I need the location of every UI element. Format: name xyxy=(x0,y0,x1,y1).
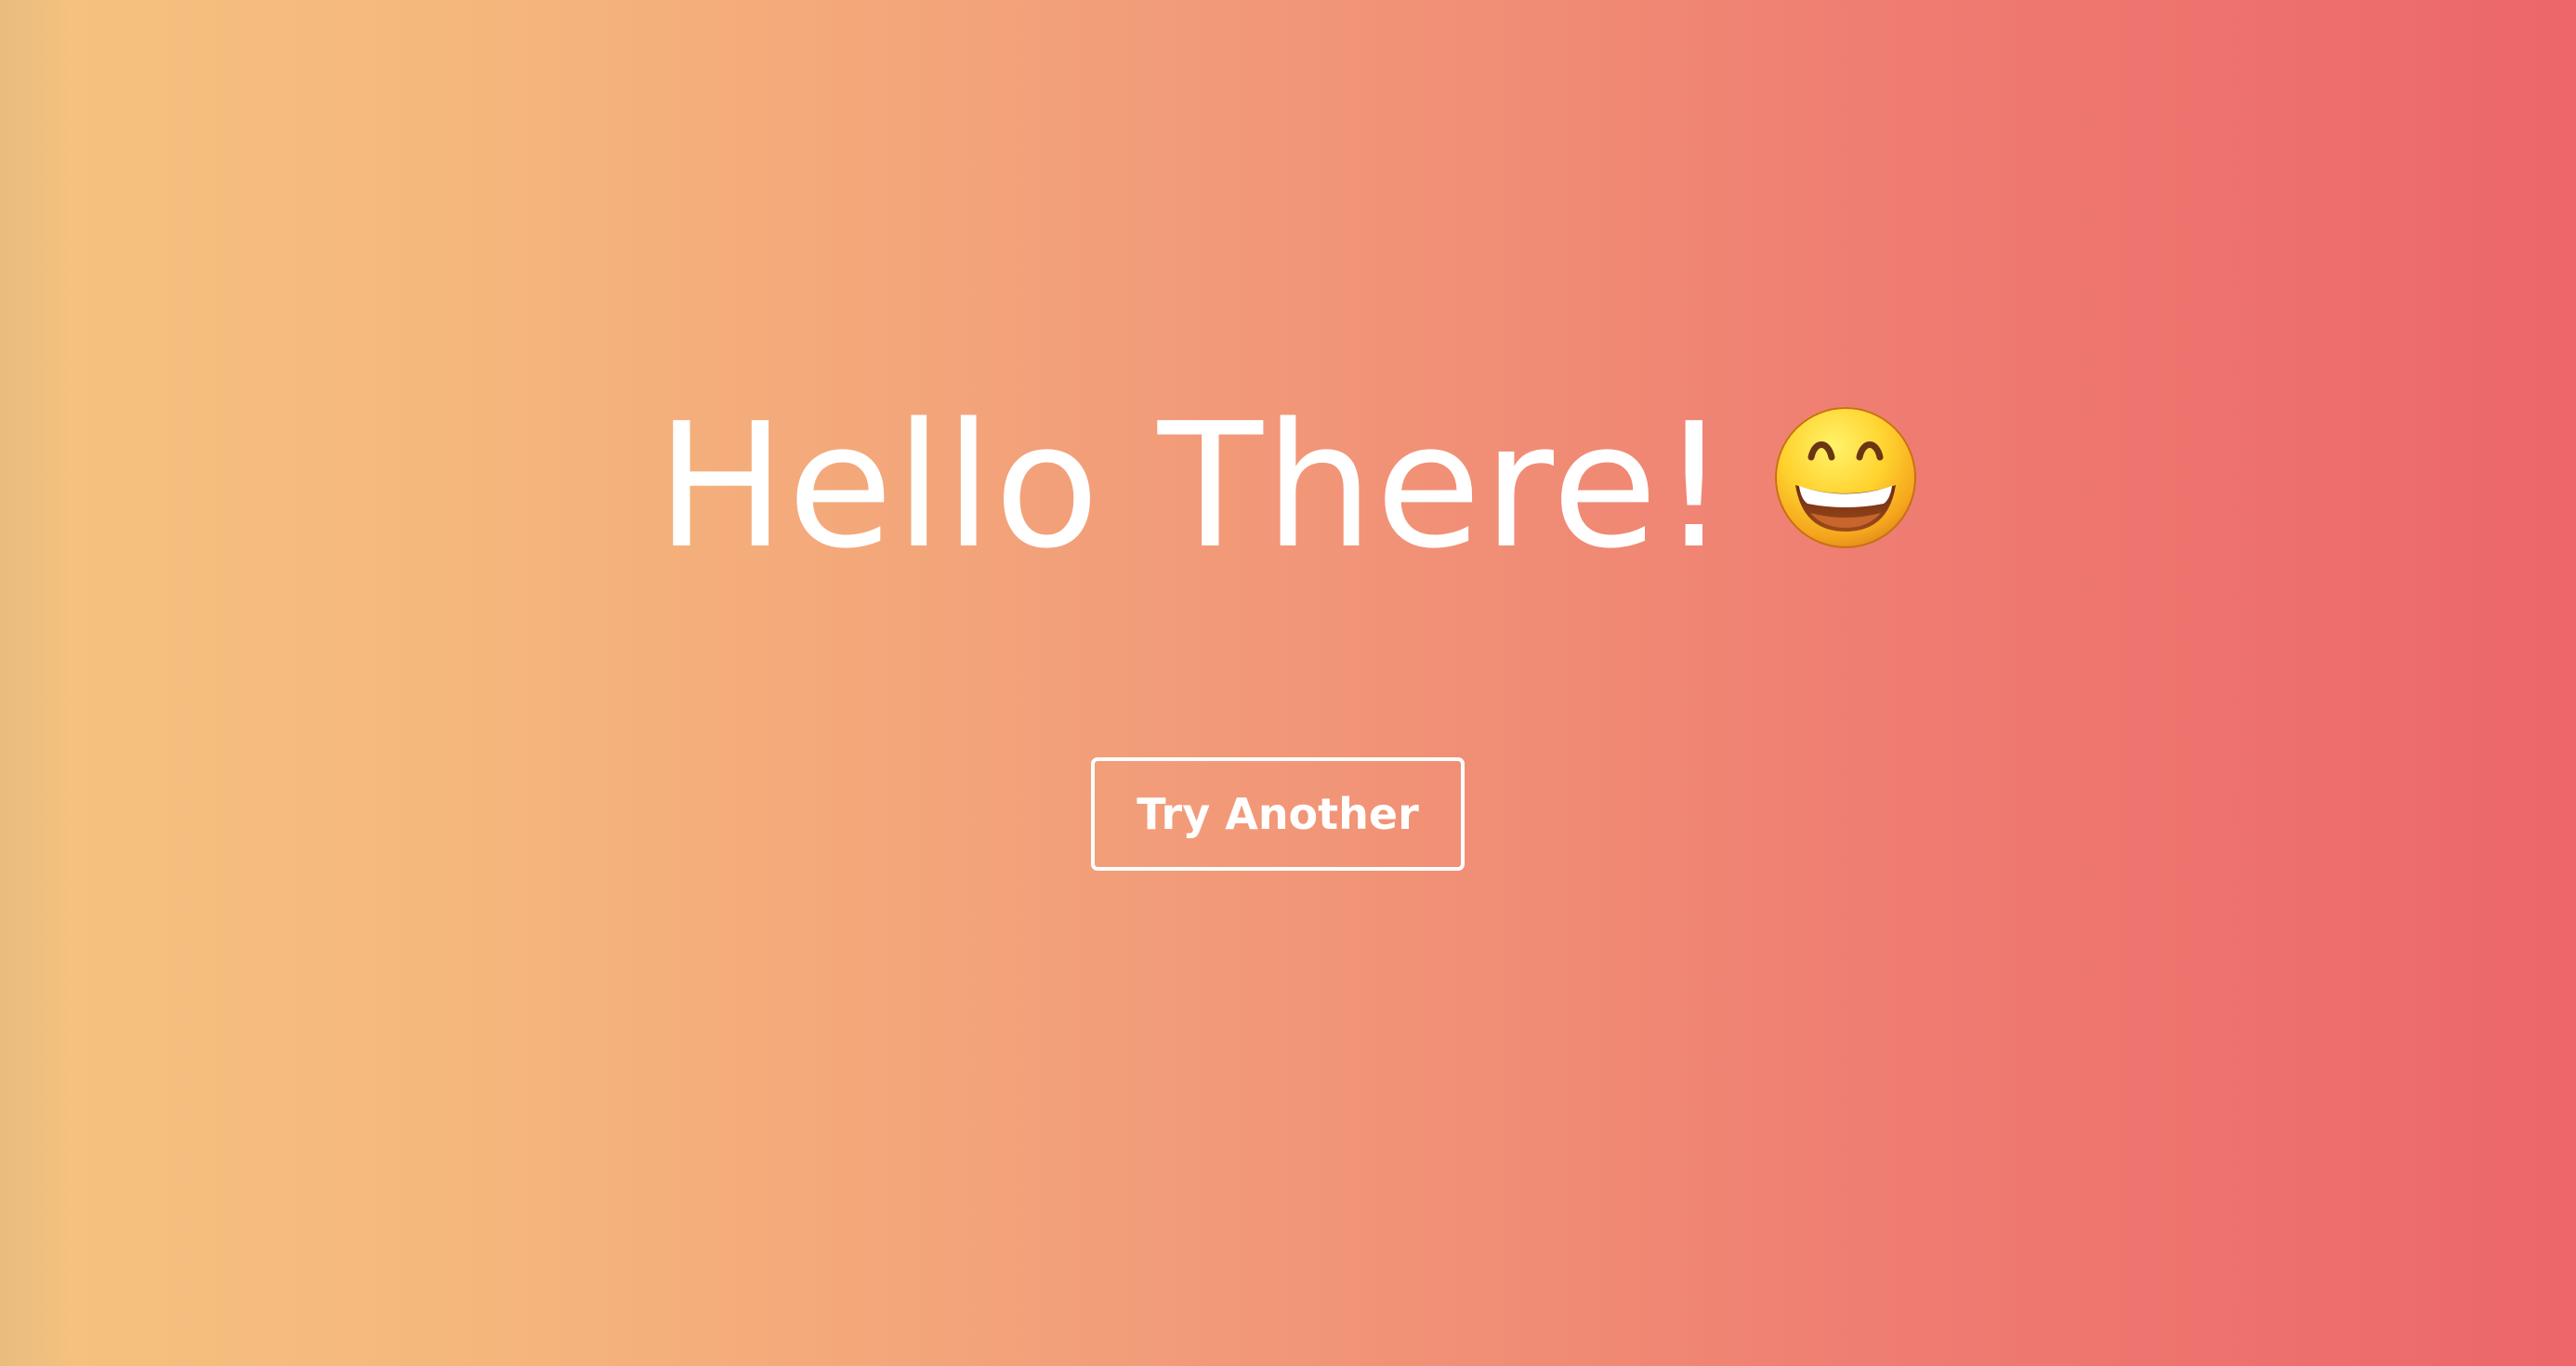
greeting-text: Hello There! xyxy=(656,385,1730,586)
greeting-heading: Hello There! xyxy=(0,370,2576,602)
hero-section: Hello There! Try Another xyxy=(0,0,2576,1366)
try-another-button[interactable]: Try Another xyxy=(1091,757,1465,871)
grinning-face-icon xyxy=(1771,403,1920,552)
